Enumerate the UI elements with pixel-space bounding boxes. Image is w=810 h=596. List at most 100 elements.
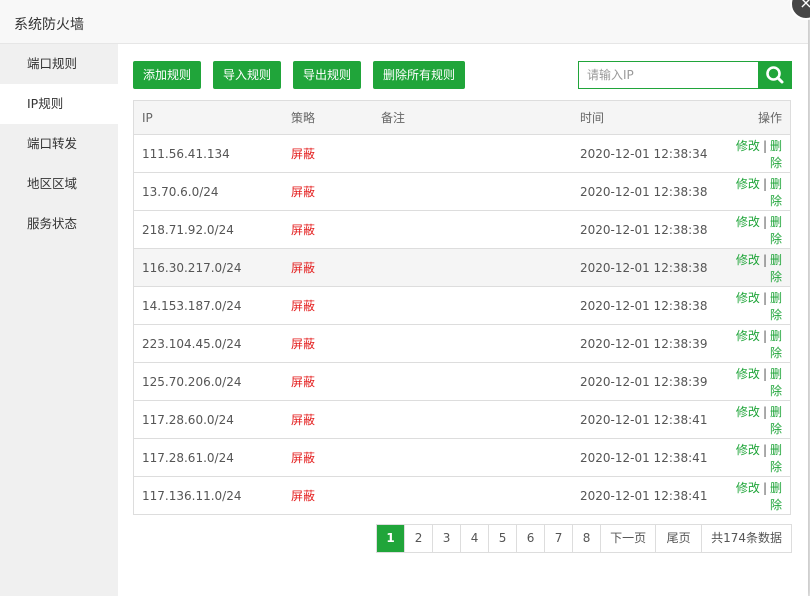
cell-policy: 屏蔽 (283, 210, 373, 249)
table-row: 117.28.60.0/24 屏蔽 2020-12-01 12:38:41 修改 | 删除 (133, 400, 791, 439)
add-rule-button[interactable]: 添加规则 (133, 61, 202, 89)
last-page-button[interactable]: 尾页 (655, 525, 701, 552)
delete-link[interactable]: 删除 (770, 481, 782, 512)
table-row: 223.104.45.0/24 屏蔽 2020-12-01 12:38:39 修改 | 删… (133, 324, 791, 363)
page-button[interactable]: 1 (377, 525, 405, 552)
search-input[interactable] (578, 61, 766, 89)
cell-time: 2020-12-01 12:38:41 (572, 476, 726, 515)
edit-link[interactable]: 修改 (736, 443, 760, 457)
next-page-button[interactable]: 下一页 (600, 525, 655, 552)
cell-ip: 223.104.45.0/24 (133, 324, 283, 363)
page-button[interactable]: 7 (544, 525, 572, 552)
page-button[interactable]: 3 (432, 525, 460, 552)
table-row: 117.28.61.0/24 屏蔽 2020-12-01 12:38:41 修改 | 删除 (133, 438, 791, 477)
edit-link[interactable]: 修改 (736, 481, 760, 495)
delete-link[interactable]: 删除 (770, 329, 782, 360)
ip-rules-table: IP 策略 备注 时间 操作 111.56.41.134 屏蔽 2020-12-01… (133, 100, 791, 515)
page-button[interactable]: 2 (404, 525, 432, 552)
cell-operation: 修改 | 删除 (726, 248, 791, 287)
cell-note (373, 134, 572, 173)
policy-badge: 屏蔽 (291, 261, 316, 275)
sidebar: 端口规则 IP规则 端口转发 地区区域 服务状态 (0, 44, 118, 596)
edit-link[interactable]: 修改 (736, 367, 760, 381)
cell-time: 2020-12-01 12:38:41 (572, 400, 726, 439)
sidebar-item[interactable]: IP规则 (0, 84, 118, 124)
cell-ip: 116.30.217.0/24 (133, 248, 283, 287)
cell-time: 2020-12-01 12:38:38 (572, 286, 726, 325)
page-button[interactable]: 4 (460, 525, 488, 552)
cell-ip: 13.70.6.0/24 (133, 172, 283, 211)
sidebar-item[interactable]: 服务状态 (0, 204, 118, 244)
cell-operation: 修改 | 删除 (726, 438, 791, 477)
cell-note (373, 286, 572, 325)
export-rules-button[interactable]: 导出规则 (293, 61, 362, 89)
cell-time: 2020-12-01 12:38:38 (572, 210, 726, 249)
cell-ip: 117.136.11.0/24 (133, 476, 283, 515)
delete-link[interactable]: 删除 (770, 177, 782, 208)
delete-link[interactable]: 删除 (770, 139, 782, 170)
table-row: 116.30.217.0/24 屏蔽 2020-12-01 12:38:38 修改 | 删… (133, 248, 791, 287)
cell-ip: 111.56.41.134 (133, 134, 283, 173)
cell-ip: 117.28.60.0/24 (133, 400, 283, 439)
search-icon (766, 66, 784, 84)
sidebar-item[interactable]: 端口转发 (0, 124, 118, 164)
table-row: 117.136.11.0/24 屏蔽 2020-12-01 12:38:41 修改 | 删… (133, 476, 791, 515)
edit-link[interactable]: 修改 (736, 215, 760, 229)
link-separator: | (762, 138, 767, 153)
policy-badge: 屏蔽 (291, 375, 316, 389)
cell-operation: 修改 | 删除 (726, 134, 791, 173)
toolbar: 添加规则 导入规则 导出规则 删除所有规则 (133, 61, 477, 89)
cell-policy: 屏蔽 (283, 476, 373, 515)
sidebar-item[interactable]: 地区区域 (0, 164, 118, 204)
delete-link[interactable]: 删除 (770, 215, 782, 246)
table-row: 14.153.187.0/24 屏蔽 2020-12-01 12:38:38 修改 | 删… (133, 286, 791, 325)
cell-policy: 屏蔽 (283, 438, 373, 477)
cell-operation: 修改 | 删除 (726, 286, 791, 325)
delete-link[interactable]: 删除 (770, 443, 782, 474)
page-button[interactable]: 6 (516, 525, 544, 552)
edit-link[interactable]: 修改 (736, 139, 760, 153)
link-separator: | (762, 366, 767, 381)
cell-ip: 14.153.187.0/24 (133, 286, 283, 325)
firewall-dialog: 系统防火墙 端口规则 IP规则 端口转发 地区区域 服务状态 添加规则 导入规则 导出规则删… (0, 0, 810, 596)
table-header-row: IP 策略 备注 时间 操作 (133, 100, 791, 135)
cell-ip: 218.71.92.0/24 (133, 210, 283, 249)
delete-all-rules-button[interactable]: 删除所有规则 (373, 61, 466, 89)
policy-badge: 屏蔽 (291, 299, 316, 313)
header-operation: 操作 (726, 100, 791, 135)
edit-link[interactable]: 修改 (736, 329, 760, 343)
cell-note (373, 438, 572, 477)
edit-link[interactable]: 修改 (736, 405, 760, 419)
policy-badge: 屏蔽 (291, 185, 316, 199)
cell-operation: 修改 | 删除 (726, 172, 791, 211)
search-button[interactable] (758, 61, 792, 89)
delete-link[interactable]: 删除 (770, 405, 782, 436)
table-row: 218.71.92.0/24 屏蔽 2020-12-01 12:38:38 修改 | 删除 (133, 210, 791, 249)
header-time: 时间 (572, 100, 726, 135)
cell-time: 2020-12-01 12:38:39 (572, 362, 726, 401)
cell-policy: 屏蔽 (283, 324, 373, 363)
link-separator: | (762, 176, 767, 191)
delete-link[interactable]: 删除 (770, 367, 782, 398)
page-button[interactable]: 8 (572, 525, 600, 552)
policy-badge: 屏蔽 (291, 489, 316, 503)
page-button[interactable]: 5 (488, 525, 516, 552)
cell-note (373, 476, 572, 515)
cell-time: 2020-12-01 12:38:38 (572, 248, 726, 287)
link-separator: | (762, 214, 767, 229)
sidebar-item[interactable]: 端口规则 (0, 44, 118, 84)
header-note: 备注 (373, 100, 572, 135)
delete-link[interactable]: 删除 (770, 253, 782, 284)
cell-policy: 屏蔽 (283, 134, 373, 173)
table-row: 111.56.41.134 屏蔽 2020-12-01 12:38:34 修改 | 删除 (133, 134, 791, 173)
delete-link[interactable]: 删除 (770, 291, 782, 322)
policy-badge: 屏蔽 (291, 413, 316, 427)
import-rules-button[interactable]: 导入规则 (213, 61, 282, 89)
cell-time: 2020-12-01 12:38:34 (572, 134, 726, 173)
link-separator: | (762, 328, 767, 343)
edit-link[interactable]: 修改 (736, 177, 760, 191)
edit-link[interactable]: 修改 (736, 291, 760, 305)
table-row: 13.70.6.0/24 屏蔽 2020-12-01 12:38:38 修改 | 删除 (133, 172, 791, 211)
header-policy: 策略 (283, 100, 373, 135)
edit-link[interactable]: 修改 (736, 253, 760, 267)
